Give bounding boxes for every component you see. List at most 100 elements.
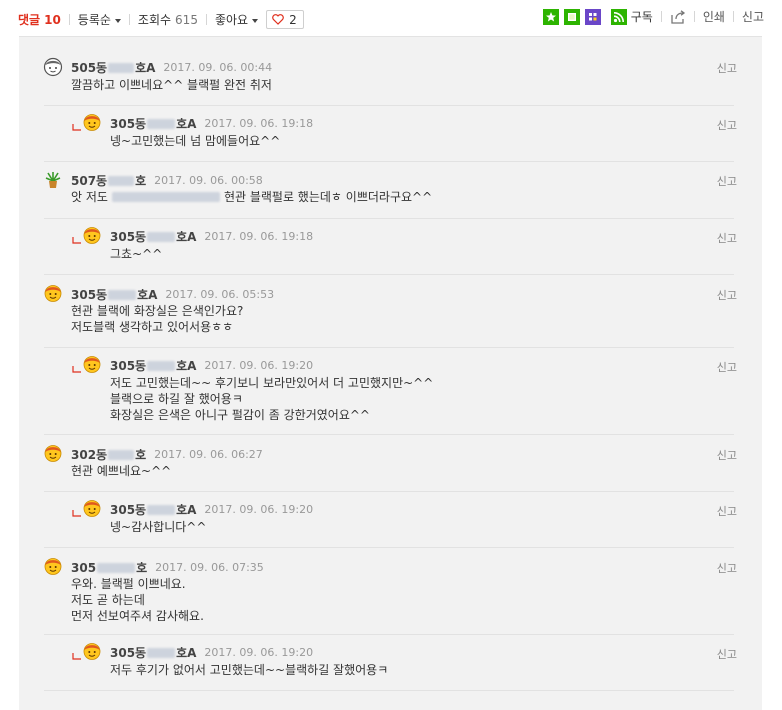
views-count: 615	[175, 12, 198, 27]
author-name[interactable]: 305동 호A	[110, 115, 196, 132]
report-link[interactable]: 신고	[717, 60, 737, 76]
comments-count-button[interactable]: 댓글 10	[18, 11, 61, 28]
report-link[interactable]: 신고	[717, 117, 737, 133]
comment-meta: 305 호 2017. 09. 06. 07:35	[71, 559, 264, 576]
plant-icon	[43, 170, 63, 190]
comment-text: 넹~감사합니다^^	[110, 520, 207, 534]
smiley-icon	[82, 112, 102, 132]
comment-meta: 302동 호 2017. 09. 06. 06:27	[71, 446, 263, 463]
toolbar-left: 댓글 10 등록순 조회수 615 좋아요 2	[18, 10, 304, 29]
author-name[interactable]: 305동 호A	[110, 357, 196, 374]
like-count: 2	[289, 12, 297, 27]
comment-date: 2017. 09. 06. 19:20	[204, 359, 314, 372]
divider	[128, 14, 130, 25]
views-label: 조회수	[137, 13, 172, 27]
like-menu-dropdown[interactable]: 좋아요	[215, 11, 259, 28]
comment-meta: 505동 호A 2017. 09. 06. 00:44	[71, 59, 272, 76]
comments-count: 10	[44, 12, 61, 27]
comment-date: 2017. 09. 06. 00:58	[154, 174, 263, 187]
divider	[44, 547, 734, 548]
reply-arrow-icon	[72, 503, 82, 517]
heart-icon	[272, 14, 284, 25]
masked-text	[97, 562, 136, 573]
comment-meta: 507동 호 2017. 09. 06. 00:58	[71, 172, 263, 189]
star-bookmark-icon[interactable]	[542, 8, 559, 25]
author-name[interactable]: 302동 호	[71, 446, 146, 463]
comment-date: 2017. 09. 06. 06:27	[154, 448, 263, 461]
subscribe-button[interactable]: 구독	[610, 8, 653, 25]
comment-text: 현관 예쁘네요~^^	[71, 464, 172, 478]
report-link[interactable]: 신고	[717, 173, 737, 189]
divider	[44, 491, 734, 492]
comment-date: 2017. 09. 06. 19:18	[204, 230, 314, 243]
masked-text	[108, 289, 137, 300]
comment-meta: 305동 호A 2017. 09. 06. 19:20	[110, 357, 313, 374]
smiley-icon	[43, 556, 63, 576]
report-link[interactable]: 신고	[717, 646, 737, 662]
divider	[660, 11, 662, 22]
report-link[interactable]: 신고	[717, 359, 737, 375]
comment-text: 깔끔하고 이쁘네요^^ 블랙펄 완전 취저	[71, 78, 272, 92]
divider	[693, 11, 695, 22]
face-icon	[43, 57, 63, 77]
divider	[44, 347, 734, 348]
smiley-icon	[82, 225, 102, 245]
comment-meta: 305동 호A 2017. 09. 06. 19:20	[110, 644, 313, 661]
reply-arrow-icon	[72, 117, 82, 131]
share-icon[interactable]	[670, 9, 686, 25]
smiley-icon	[82, 641, 102, 661]
masked-text	[147, 504, 176, 515]
report-link[interactable]: 신고	[717, 287, 737, 303]
comment-meta: 305동 호A 2017. 09. 06. 19:18	[110, 228, 313, 245]
comment-text: 그쵸~^^	[110, 247, 163, 261]
masked-text	[111, 192, 220, 202]
divider	[44, 434, 734, 435]
sort-label: 등록순	[77, 13, 111, 27]
report-link[interactable]: 신고	[717, 560, 737, 576]
comment-date: 2017. 09. 06. 19:20	[204, 503, 314, 516]
print-link[interactable]: 인쇄	[703, 8, 725, 25]
rss-icon	[610, 8, 627, 25]
report-link[interactable]: 신고	[717, 230, 737, 246]
comment-date: 2017. 09. 06. 19:20	[204, 646, 314, 659]
author-name[interactable]: 305 호	[71, 559, 147, 576]
masked-text	[147, 231, 176, 242]
masked-text	[108, 175, 135, 186]
comments-label: 댓글	[18, 13, 41, 27]
author-name[interactable]: 305동 호A	[110, 501, 196, 518]
masked-text	[108, 62, 135, 73]
sort-dropdown[interactable]: 등록순	[78, 11, 121, 28]
memo-icon[interactable]	[563, 8, 580, 25]
divider	[44, 218, 734, 219]
report-link[interactable]: 신고	[717, 503, 737, 519]
author-name[interactable]: 505동 호A	[71, 59, 155, 76]
comment-date: 2017. 09. 06. 05:53	[165, 288, 275, 301]
comment-text: 넹~고민했는데 넘 맘에들어요^^	[110, 134, 281, 148]
masked-text	[108, 449, 135, 460]
report-link[interactable]: 신고	[717, 447, 737, 463]
author-name[interactable]: 507동 호	[71, 172, 146, 189]
comment-text: 저두 후기가 없어서 고민했는데~~블랙하길 잘했어용ㅋ	[110, 663, 389, 677]
divider	[44, 274, 734, 275]
report-post-link[interactable]: 신고	[742, 8, 764, 25]
toolbar-right: 구독 인쇄 신고	[538, 8, 764, 25]
comment-text: 우와. 블랙펄 이쁘네요. 저도 곧 하는데 먼저 선보여주셔 감사해요.	[71, 577, 204, 623]
author-name[interactable]: 305동 호A	[71, 286, 157, 303]
reply-arrow-icon	[72, 646, 82, 660]
subscribe-label: 구독	[630, 10, 653, 24]
views-info: 조회수 615	[138, 11, 198, 28]
band-share-icon[interactable]	[584, 8, 601, 25]
masked-text	[147, 118, 176, 129]
author-name[interactable]: 305동 호A	[110, 644, 196, 661]
reply-arrow-icon	[72, 359, 82, 373]
comment-toolbar: 댓글 10 등록순 조회수 615 좋아요 2 구독 인쇄 신고	[0, 0, 782, 36]
like-button[interactable]: 2	[266, 10, 304, 29]
smiley-icon	[82, 354, 102, 374]
smiley-icon	[43, 443, 63, 463]
divider	[44, 690, 734, 691]
comment-meta: 305동 호A 2017. 09. 06. 05:53	[71, 286, 274, 303]
divider	[205, 14, 207, 25]
author-name[interactable]: 305동 호A	[110, 228, 196, 245]
smiley-icon	[82, 498, 102, 518]
masked-text	[147, 647, 176, 658]
